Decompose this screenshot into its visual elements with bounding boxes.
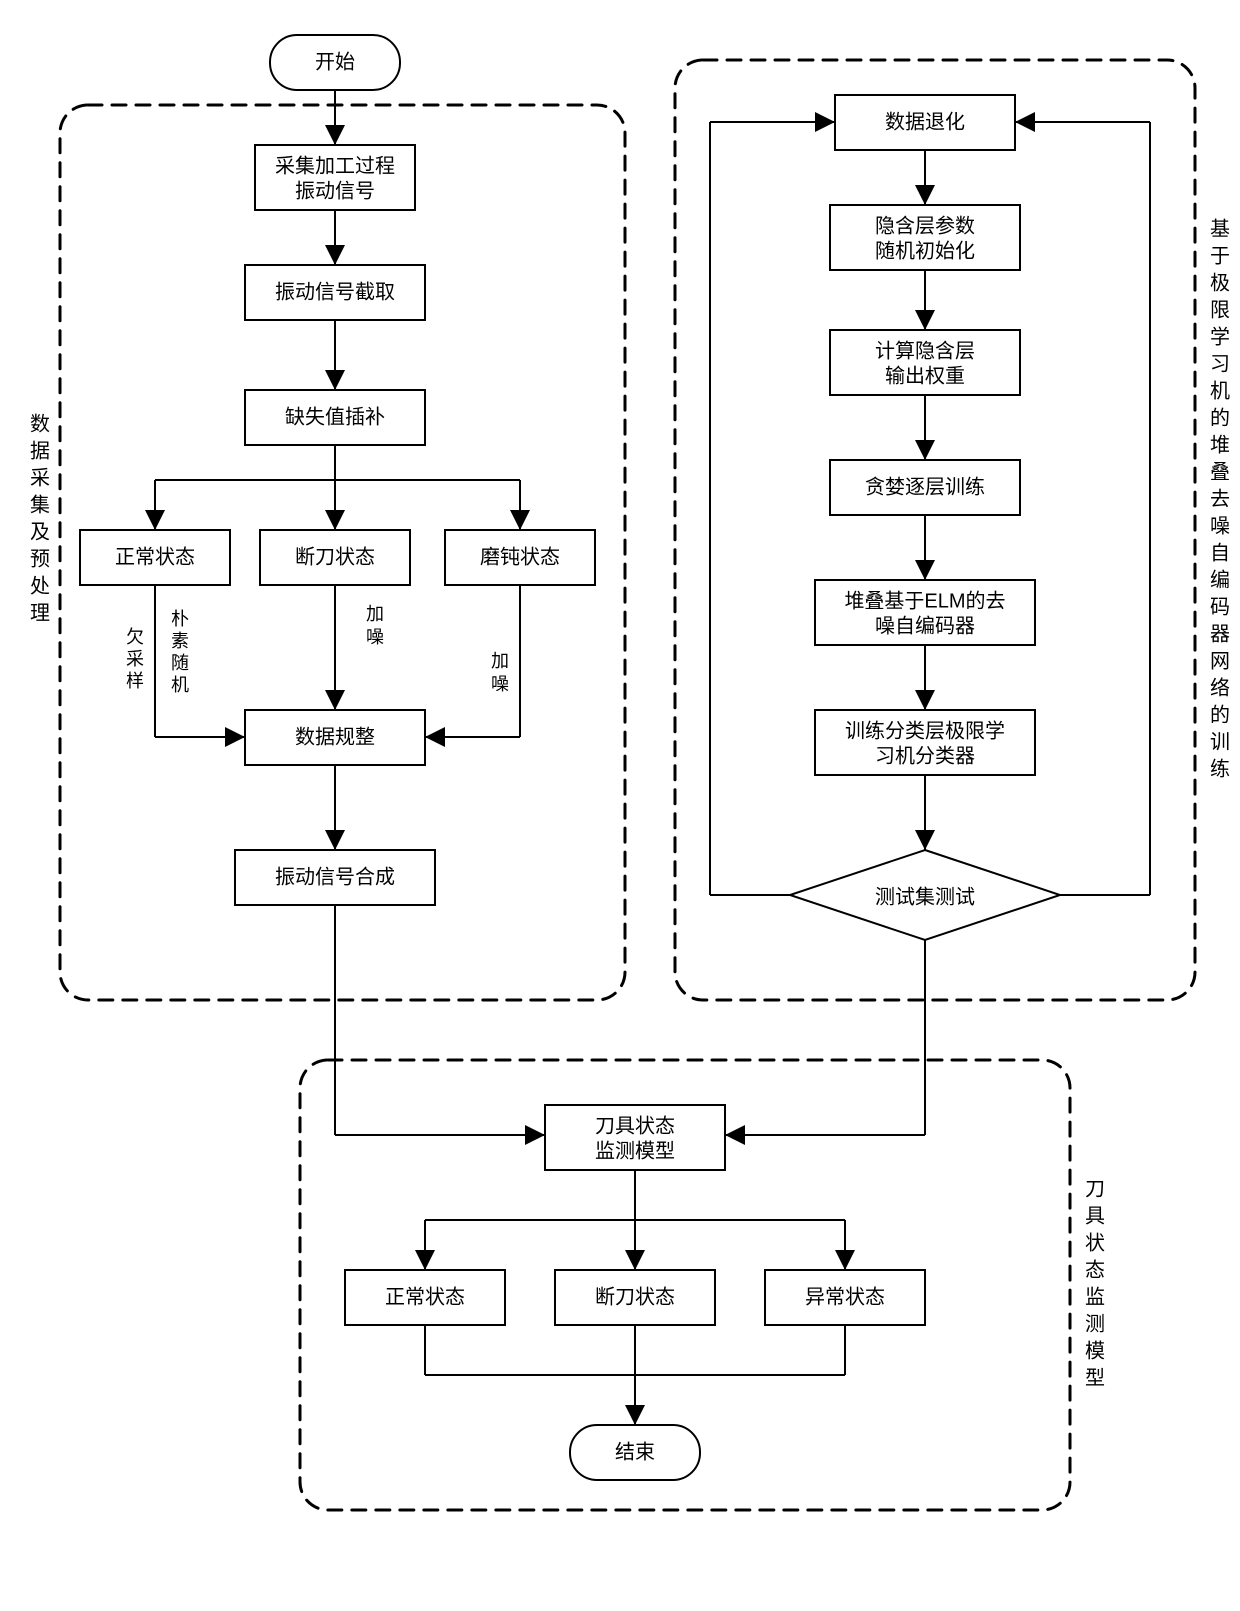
svg-text:振动信号截取: 振动信号截取	[275, 280, 395, 303]
section-left-label: 数 据 采 集 及 预 处 理	[30, 412, 50, 624]
svg-text:处: 处	[30, 574, 50, 597]
svg-text:采: 采	[126, 649, 144, 669]
svg-text:基: 基	[1210, 217, 1230, 240]
svg-text:模: 模	[1085, 1339, 1105, 1362]
svg-text:集: 集	[30, 493, 50, 516]
svg-text:网: 网	[1210, 650, 1230, 672]
svg-text:练: 练	[1210, 757, 1230, 780]
svg-text:训练分类层极限学: 训练分类层极限学	[845, 719, 1005, 742]
svg-text:自: 自	[1210, 541, 1230, 564]
svg-text:监: 监	[1085, 1285, 1105, 1308]
svg-text:络: 络	[1210, 676, 1230, 699]
svg-text:噪: 噪	[491, 674, 509, 694]
svg-text:机: 机	[171, 675, 189, 695]
svg-text:刀具状态: 刀具状态	[595, 1114, 675, 1137]
svg-text:状: 状	[1085, 1231, 1105, 1254]
svg-text:叠: 叠	[1210, 460, 1230, 483]
svg-text:编: 编	[1210, 568, 1230, 591]
flowchart: 开始 数 据 采 集 及 预 处 理 采集加工过程 振动信号 振动信号截取 缺失…	[20, 20, 1240, 1591]
svg-text:贪婪逐层训练: 贪婪逐层训练	[865, 475, 985, 498]
svg-text:理: 理	[30, 602, 50, 624]
svg-text:测: 测	[1085, 1312, 1105, 1335]
svg-text:加: 加	[366, 604, 384, 624]
svg-text:测试集测试: 测试集测试	[875, 885, 975, 908]
svg-text:异常状态: 异常状态	[805, 1285, 885, 1308]
svg-text:机: 机	[1210, 379, 1230, 402]
svg-text:振动信号: 振动信号	[295, 179, 375, 202]
svg-text:学: 学	[1210, 325, 1230, 348]
svg-text:器: 器	[1210, 623, 1230, 645]
svg-text:具: 具	[1085, 1205, 1105, 1227]
svg-text:素: 素	[171, 631, 189, 651]
terminal-end-label: 结束	[615, 1440, 655, 1463]
svg-text:及: 及	[30, 521, 50, 543]
svg-text:欠: 欠	[126, 627, 144, 647]
svg-text:的: 的	[1210, 703, 1230, 726]
svg-text:随: 随	[171, 653, 189, 673]
svg-text:于: 于	[1210, 245, 1230, 267]
terminal-start-label: 开始	[315, 50, 355, 73]
svg-text:噪: 噪	[366, 627, 384, 647]
section-bottom-label: 刀 具 状 态 监 测 模 型	[1085, 1178, 1105, 1389]
svg-text:数据退化: 数据退化	[885, 110, 965, 133]
svg-text:样: 样	[126, 671, 144, 691]
svg-text:加: 加	[491, 651, 509, 671]
svg-text:输出权重: 输出权重	[885, 364, 965, 387]
svg-text:数: 数	[30, 412, 50, 435]
svg-text:训: 训	[1210, 730, 1230, 753]
svg-text:限: 限	[1210, 298, 1230, 321]
svg-text:采: 采	[30, 466, 50, 489]
svg-text:振动信号合成: 振动信号合成	[275, 865, 395, 888]
svg-text:去: 去	[1210, 487, 1230, 510]
svg-text:刀: 刀	[1085, 1178, 1105, 1200]
svg-text:磨钝状态: 磨钝状态	[480, 545, 560, 568]
svg-text:正常状态: 正常状态	[115, 545, 195, 568]
svg-text:数据规整: 数据规整	[295, 725, 375, 748]
svg-text:计算隐含层: 计算隐含层	[875, 339, 975, 362]
svg-text:极: 极	[1210, 271, 1230, 294]
svg-text:噪自编码器: 噪自编码器	[875, 614, 975, 637]
svg-text:堆: 堆	[1210, 433, 1230, 456]
svg-text:采集加工过程: 采集加工过程	[275, 154, 395, 177]
svg-text:缺失值插补: 缺失值插补	[285, 405, 385, 428]
svg-text:预: 预	[30, 548, 50, 570]
svg-text:朴: 朴	[171, 609, 189, 629]
svg-text:断刀状态: 断刀状态	[295, 545, 375, 568]
svg-text:型: 型	[1085, 1366, 1105, 1389]
svg-text:正常状态: 正常状态	[385, 1285, 465, 1308]
svg-text:监测模型: 监测模型	[595, 1139, 675, 1162]
svg-text:随机初始化: 随机初始化	[875, 239, 975, 262]
svg-text:码: 码	[1210, 596, 1230, 618]
svg-text:习机分类器: 习机分类器	[875, 744, 975, 767]
svg-text:噪: 噪	[1210, 515, 1230, 537]
svg-text:态: 态	[1085, 1258, 1105, 1281]
svg-text:隐含层参数: 隐含层参数	[875, 214, 975, 237]
svg-text:堆叠基于ELM的去: 堆叠基于ELM的去	[844, 589, 1005, 612]
svg-text:据: 据	[30, 439, 50, 462]
svg-text:断刀状态: 断刀状态	[595, 1285, 675, 1308]
svg-text:的: 的	[1210, 406, 1230, 429]
section-right-label: 基 于 极 限 学 习 机 的 堆 叠 去 噪 自 编 码 器 网 络 的 训 …	[1210, 217, 1230, 780]
svg-text:习: 习	[1210, 353, 1230, 375]
